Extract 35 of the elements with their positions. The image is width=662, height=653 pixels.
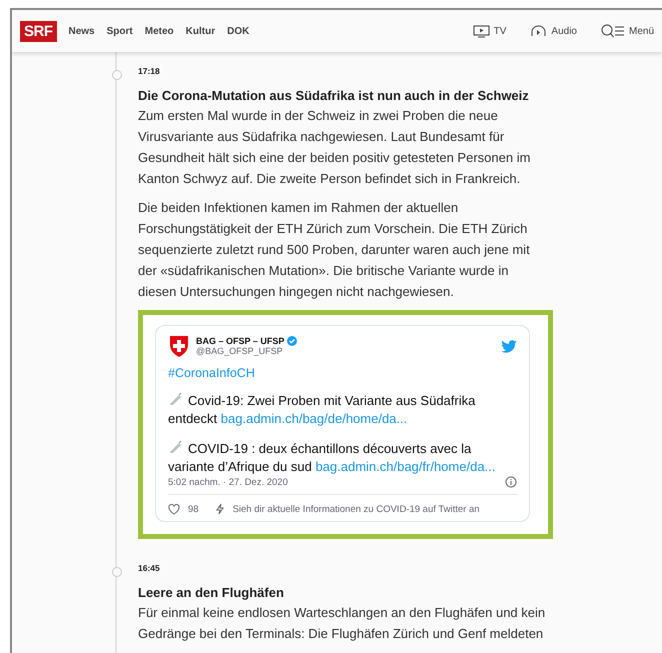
search-menu-icon (600, 24, 625, 38)
info-icon (505, 476, 517, 488)
tv-icon (472, 24, 490, 38)
account-handle: @BAG_OFSP_UFSP (196, 346, 284, 356)
swiss-cross-shield-icon (168, 334, 190, 358)
nav-link[interactable]: Meteo (144, 26, 174, 36)
timeline-dot (112, 70, 122, 80)
entry-time: 16:45 (138, 563, 161, 573)
entry-paragraph: Die beiden Infektionen kamen im Rahmen der aktuellen Forschungstätigkeit der ETH Zürich zum Vorschein. Die ETH Zürich sequenzierte zuletzt rund 500 Proben, darunter waren auch jene mit der «südafrikanischen Mutation». Die britische Variante wurde in diesen Untersuchungen hingegen nicht nachgewiesen. (138, 199, 531, 301)
bird-icon (501, 340, 517, 352)
headphones-icon (530, 24, 548, 38)
lightning-icon (214, 503, 225, 515)
nav-link[interactable]: News (68, 26, 95, 36)
entry-time: 17:18 (138, 66, 161, 76)
syringe-icon (168, 441, 182, 453)
tweet-text: Covid-19: Zwei Proben mit Variante aus Südafrika entdeckt bag.admin.ch/bag/de/home/da... (168, 392, 476, 428)
entry-paragraph: Für einmal keine endlosen Warteschlangen an den Flughäfen und kein Gedränge bei den Terminals: Die Flughäfen Zürich und Genf meldeten (138, 604, 546, 643)
srf-logo[interactable]: SRF (20, 20, 56, 42)
tweet-text: COVID-19 : deux échantillons découverts avec la variante d’Afrique du sud bag.admin.ch/bag/fr/home/da... (168, 440, 496, 476)
entry-title: Die Corona-Mutation aus Südafrika ist nun auch in der Schweiz (138, 87, 530, 105)
nav-link[interactable]: Sport (106, 26, 133, 36)
timeline-dot (112, 567, 122, 577)
nav-link[interactable]: Kultur (186, 26, 216, 36)
nav-link[interactable]: DOK (227, 26, 250, 36)
header-action-link[interactable]: TV (472, 24, 506, 38)
account-name: BAG – OFSP – UFSP (196, 336, 284, 346)
header-action-link[interactable]: Menü (600, 24, 654, 38)
like-count: 98 (188, 504, 199, 514)
entry-paragraph: Zum ersten Mal wurde in der Schweiz in zwei Proben die neue Virusvariante aus Südafrika nachgewiesen. Laut Bundesamt für Gesundheit hält sich eine der beiden positiv getesteten Personen im Kanton Schwyz auf. Die zweite Person befindet sich in Frankreich. (138, 107, 532, 188)
entry-title: Leere an den Flughäfen (138, 584, 285, 602)
syringe-icon (168, 393, 182, 405)
twitter-info-link[interactable]: Sieh dir aktuelle Informationen zu COVID-19 auf Twitter an (232, 504, 480, 514)
tweet-timestamp: 5:02 nachm. · 27. Dez. 2020 (168, 476, 288, 488)
heart-icon (168, 504, 180, 514)
header-action-link[interactable]: Audio (530, 24, 577, 38)
